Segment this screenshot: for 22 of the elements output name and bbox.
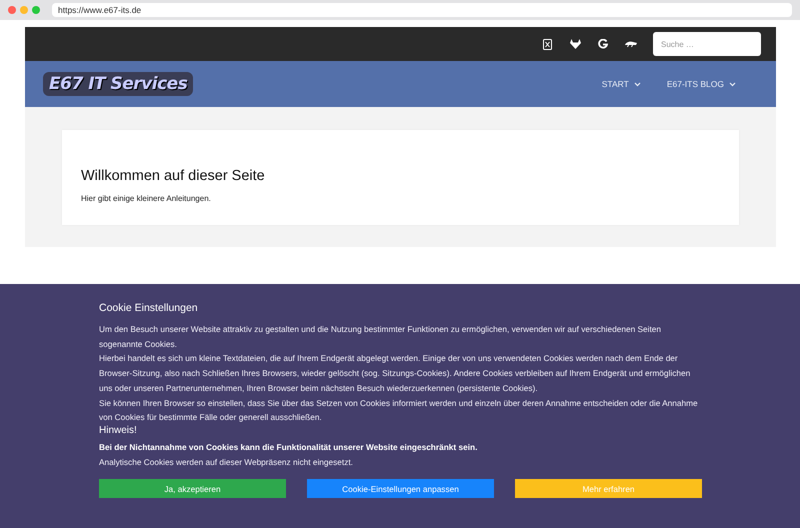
cookie-button[interactable]: Ja, akzeptieren [99, 479, 286, 498]
chevron-down-icon [634, 82, 641, 86]
cookie-button[interactable]: Cookie-Einstellungen anpassen [307, 479, 494, 498]
xing-icon[interactable] [542, 38, 552, 50]
notice-text: Analytische Cookies werden auf dieser Webpräsenz nicht eingesetzt. [99, 456, 354, 469]
nav-menu-item[interactable]: START [602, 79, 641, 89]
site-logo[interactable]: E67 IT Services [43, 72, 194, 96]
g-letter-icon[interactable] [598, 39, 608, 49]
cookie-paragraph: Um den Besuch unserer Website attraktiv zu gestalten und die Nutzung bestimmter Funktionen zu ermöglichen, verwenden wir auf verschiedenen Seiten sogenannte Cookies. [99, 323, 662, 351]
notice-bold-text: Bei der Nichtannahme von Cookies kann die Funktionalität unserer Website eingeschränkt sein. [99, 440, 478, 454]
nav-menu-item[interactable]: E67-ITS BLOG [666, 79, 736, 89]
cookie-banner-title: Cookie Einstellungen [99, 302, 199, 314]
fox-icon[interactable] [570, 39, 580, 49]
welcome-title: Willkommen auf dieser Seite [81, 168, 266, 184]
search-field[interactable]: Suche … [653, 32, 761, 56]
cookie-paragraph: Sie können Ihren Browser so einstellen, dass Sie über das Setzen von Cookies informiert werden und einzeln über deren Annahme entscheiden oder die Annahme von Cookies für bestimmte Fälle oder generell ausschließen. [99, 396, 699, 424]
chevron-down-icon [729, 82, 736, 86]
welcome-text: Hier gibt einige kleinere Anleitungen. [81, 194, 212, 203]
notice-title: Hinweis! [99, 424, 138, 436]
cookie-paragraph: Hierbei handelt es sich um kleine Textdateien, die auf Ihrem Endgerät abgelegt werden. Einige der von uns verwendeten Cookies werden nach dem Ende der Browser-Sitzung, also nach Schließen Ihres Browsers, wieder gelöscht (sog. Sitzungs-Cookies). Andere Cookies verbleiben auf Ihrem Endgerät und ermöglichen uns oder unseren Partnerunternehmen, Ihren Browser beim nächsten Besuch wiederzuerkennen (persistente Cookies). [99, 352, 692, 395]
address-bar[interactable]: https://www.e67-its.de [52, 3, 792, 17]
chameleon-icon[interactable] [624, 40, 638, 48]
